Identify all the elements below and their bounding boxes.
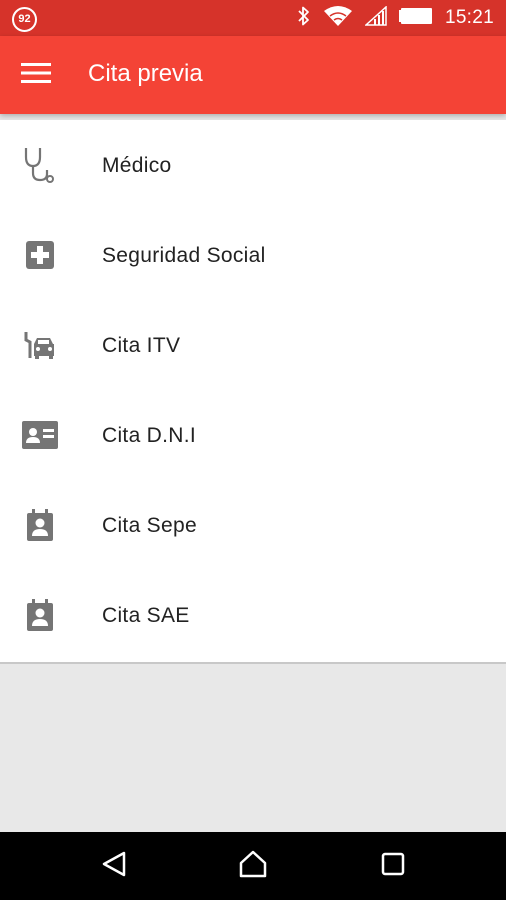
home-button[interactable] [233,846,273,886]
recents-button[interactable] [373,846,413,886]
menu-item-cita-sae[interactable]: Cita SAE [0,570,506,660]
app-title: Cita previa [88,60,203,87]
recents-icon [381,852,405,881]
menu-item-label: Cita D.N.I [102,424,197,447]
car-repair-icon [20,325,60,365]
menu-item-seguridad-social[interactable]: Seguridad Social [0,210,506,300]
status-icons: 15:21 [297,0,494,36]
menu-item-cita-sepe[interactable]: Cita Sepe [0,480,506,570]
menu-item-label: Seguridad Social [102,244,266,267]
medical-cross-icon [20,235,60,275]
menu-list: Médico Seguridad Social Cita ITV Cita D.… [0,120,506,664]
back-button[interactable] [94,846,134,886]
back-icon [101,850,127,883]
stethoscope-icon [20,145,60,185]
menu-item-label: Cita SAE [102,604,190,627]
app-bar: Cita previa [0,36,506,114]
signal-icon [363,4,387,31]
menu-item-cita-dni[interactable]: Cita D.N.I [0,390,506,480]
id-card-icon [20,415,60,455]
menu-item-cita-itv[interactable]: Cita ITV [0,300,506,390]
menu-item-medico[interactable]: Médico [0,120,506,210]
menu-item-label: Cita ITV [102,334,181,357]
menu-item-label: Médico [102,154,172,177]
wifi-icon [323,5,353,32]
notification-badge: 92 [12,7,37,32]
menu-item-label: Cita Sepe [102,514,197,537]
bluetooth-icon [297,6,311,31]
battery-icon [398,7,433,29]
status-bar: 92 15:21 [0,0,506,36]
navigation-bar [0,832,506,900]
status-time: 15:21 [444,7,494,28]
hamburger-menu-icon [21,62,51,89]
home-icon [238,850,268,883]
contact-calendar-icon [20,595,60,635]
menu-button[interactable] [14,53,58,97]
contact-calendar-icon [20,505,60,545]
